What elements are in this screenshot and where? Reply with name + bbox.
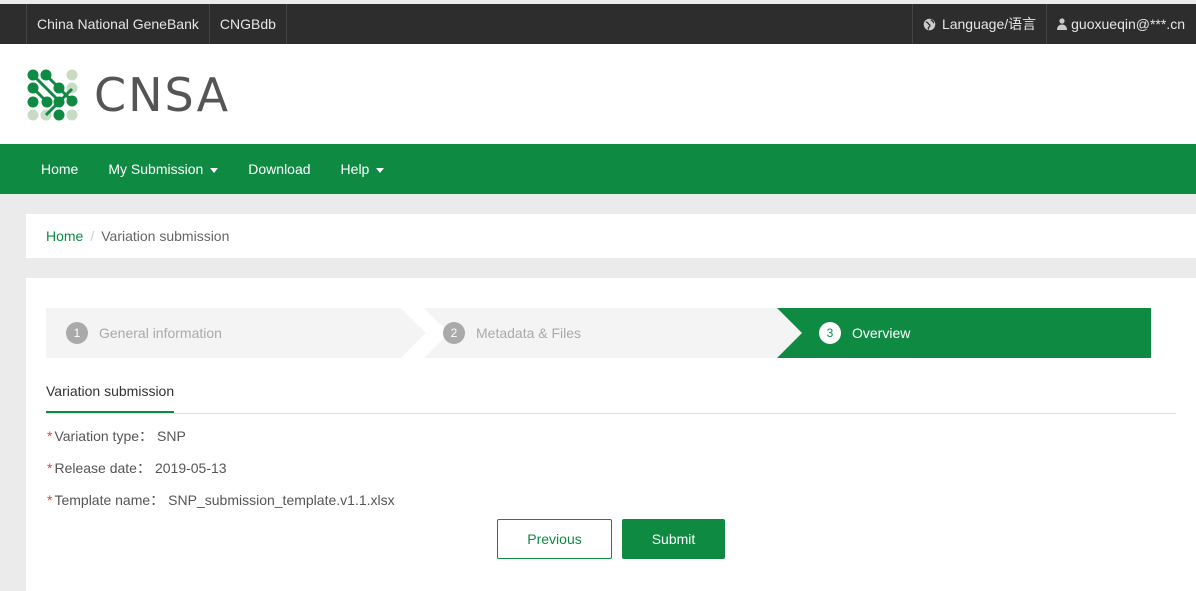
globe-icon: [923, 18, 936, 31]
user-email: guoxueqin@***.cn: [1071, 16, 1185, 32]
nav-home[interactable]: Home: [26, 161, 93, 177]
step-general-information[interactable]: 1 General information: [66, 308, 222, 358]
field-label: Variation type：: [54, 428, 154, 444]
brand-header: CNSA: [0, 44, 1196, 144]
logo-text[interactable]: CNSA: [94, 68, 230, 122]
field-label: Template name：: [54, 492, 165, 508]
field-value: 2019-05-13: [154, 460, 227, 476]
step-label: Metadata & Files: [476, 325, 582, 341]
nav-help[interactable]: Help: [326, 161, 400, 177]
field-release-date: * Release date： 2019-05-13: [47, 458, 227, 478]
caret-down-icon: [376, 168, 385, 173]
nav-my-submission[interactable]: My Submission: [93, 161, 233, 177]
main-nav: Home My Submission Download Help: [0, 144, 1196, 194]
step-progress: 1 General information 2 Metadata & Files…: [46, 308, 1151, 358]
user-icon: [1057, 18, 1068, 30]
tab-bar: Variation submission: [46, 383, 1176, 414]
required-mark: *: [47, 492, 53, 508]
step-number: 1: [66, 322, 88, 344]
nav-my-submission-label: My Submission: [108, 161, 204, 177]
breadcrumb-current: Variation submission: [101, 228, 230, 244]
top-bar-left: China National GeneBank CNGBdb: [26, 4, 287, 44]
step-number: 3: [819, 322, 841, 344]
submit-button[interactable]: Submit: [622, 519, 725, 559]
tab-variation-submission[interactable]: Variation submission: [46, 383, 175, 413]
cnsa-logo-icon[interactable]: [26, 69, 80, 121]
required-mark: *: [47, 460, 53, 476]
field-value: SNP: [157, 428, 186, 444]
breadcrumb: Home / Variation submission: [26, 214, 1196, 258]
top-bar: China National GeneBank CNGBdb Language/…: [0, 4, 1196, 44]
field-template-name: * Template name： SNP_submission_template.v…: [47, 490, 395, 510]
top-bar-right: Language/语言 guoxueqin@***.cn: [911, 4, 1196, 44]
nav-download-label: Download: [248, 161, 311, 177]
breadcrumb-separator: /: [90, 228, 95, 244]
nav-help-label: Help: [340, 161, 370, 177]
step-metadata-files[interactable]: 2 Metadata & Files: [443, 308, 581, 358]
field-value: SNP_submission_template.v1.1.xlsx: [168, 492, 395, 508]
nav-home-label: Home: [41, 161, 79, 177]
link-cngbdb[interactable]: CNGBdb: [208, 4, 287, 44]
step-overview[interactable]: 3 Overview: [819, 308, 910, 358]
field-label: Release date：: [54, 460, 151, 476]
submission-panel: 1 General information 2 Metadata & Files…: [26, 278, 1196, 591]
tab-label: Variation submission: [46, 383, 175, 399]
user-menu[interactable]: guoxueqin@***.cn: [1046, 4, 1196, 44]
step-label: General information: [99, 325, 222, 341]
language-label: Language/语言: [941, 16, 1037, 32]
language-switcher[interactable]: Language/语言: [911, 4, 1046, 44]
field-variation-type: * Variation type： SNP: [47, 426, 186, 446]
breadcrumb-home-link[interactable]: Home: [46, 228, 83, 244]
step-number: 2: [443, 322, 465, 344]
required-mark: *: [47, 428, 53, 444]
step-label: Overview: [852, 325, 911, 341]
link-china-national-genebank[interactable]: China National GeneBank: [26, 4, 209, 44]
nav-download[interactable]: Download: [233, 161, 325, 177]
previous-button[interactable]: Previous: [497, 519, 612, 559]
caret-down-icon: [210, 168, 219, 173]
